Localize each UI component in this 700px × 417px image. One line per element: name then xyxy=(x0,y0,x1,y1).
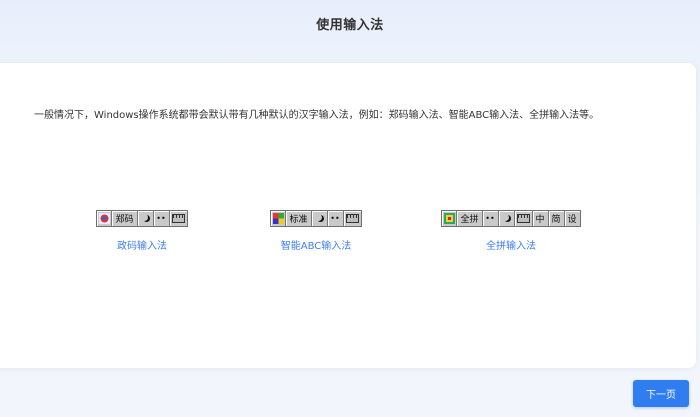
ime-link-abc[interactable]: 智能ABC输入法 xyxy=(241,237,391,252)
ime-logo-icon xyxy=(442,211,458,226)
ime-mode-label: 全拼 xyxy=(457,211,483,226)
ime-item-quanpin: 全拼 •• 中 简 设 全拼输入法 xyxy=(436,209,586,252)
ime-item-abc: 标准 •• 智能ABC输入法 xyxy=(241,209,391,252)
settings-label: 设 xyxy=(565,211,580,226)
ime-mode-label: 郑码 xyxy=(112,211,138,226)
ime-toolbar-abc[interactable]: 标准 •• xyxy=(270,210,362,227)
punctuation-dots-icon: •• xyxy=(483,211,499,226)
ime-logo-icon xyxy=(271,211,287,226)
ime-link-quanpin[interactable]: 全拼输入法 xyxy=(436,237,586,252)
ime-item-zhengma: 郑码 •• 政码输入法 xyxy=(67,209,217,252)
punctuation-dots-icon: •• xyxy=(154,211,170,226)
page-title: 使用输入法 xyxy=(316,18,384,33)
ime-mode-label: 标准 xyxy=(286,211,312,226)
simplified-label: 简 xyxy=(549,211,565,226)
punctuation-dots-icon: •• xyxy=(328,211,344,226)
ime-logo-icon xyxy=(97,211,113,226)
soft-keyboard-icon xyxy=(170,211,187,226)
soft-keyboard-icon xyxy=(344,211,361,226)
ime-link-zhengma[interactable]: 政码输入法 xyxy=(67,237,217,252)
half-moon-icon xyxy=(312,211,328,226)
half-moon-icon xyxy=(499,211,515,226)
chinese-mode-label: 中 xyxy=(533,211,549,226)
intro-text: 一般情况下，Windows操作系统都带会默认带有几种默认的汉字输入法，例如：郑码… xyxy=(34,110,600,121)
half-moon-icon xyxy=(138,211,154,226)
ime-toolbar-zhengma[interactable]: 郑码 •• xyxy=(96,210,188,227)
ime-toolbar-quanpin[interactable]: 全拼 •• 中 简 设 xyxy=(441,210,581,227)
soft-keyboard-icon xyxy=(515,211,533,226)
next-page-button[interactable]: 下一页 xyxy=(633,380,689,407)
